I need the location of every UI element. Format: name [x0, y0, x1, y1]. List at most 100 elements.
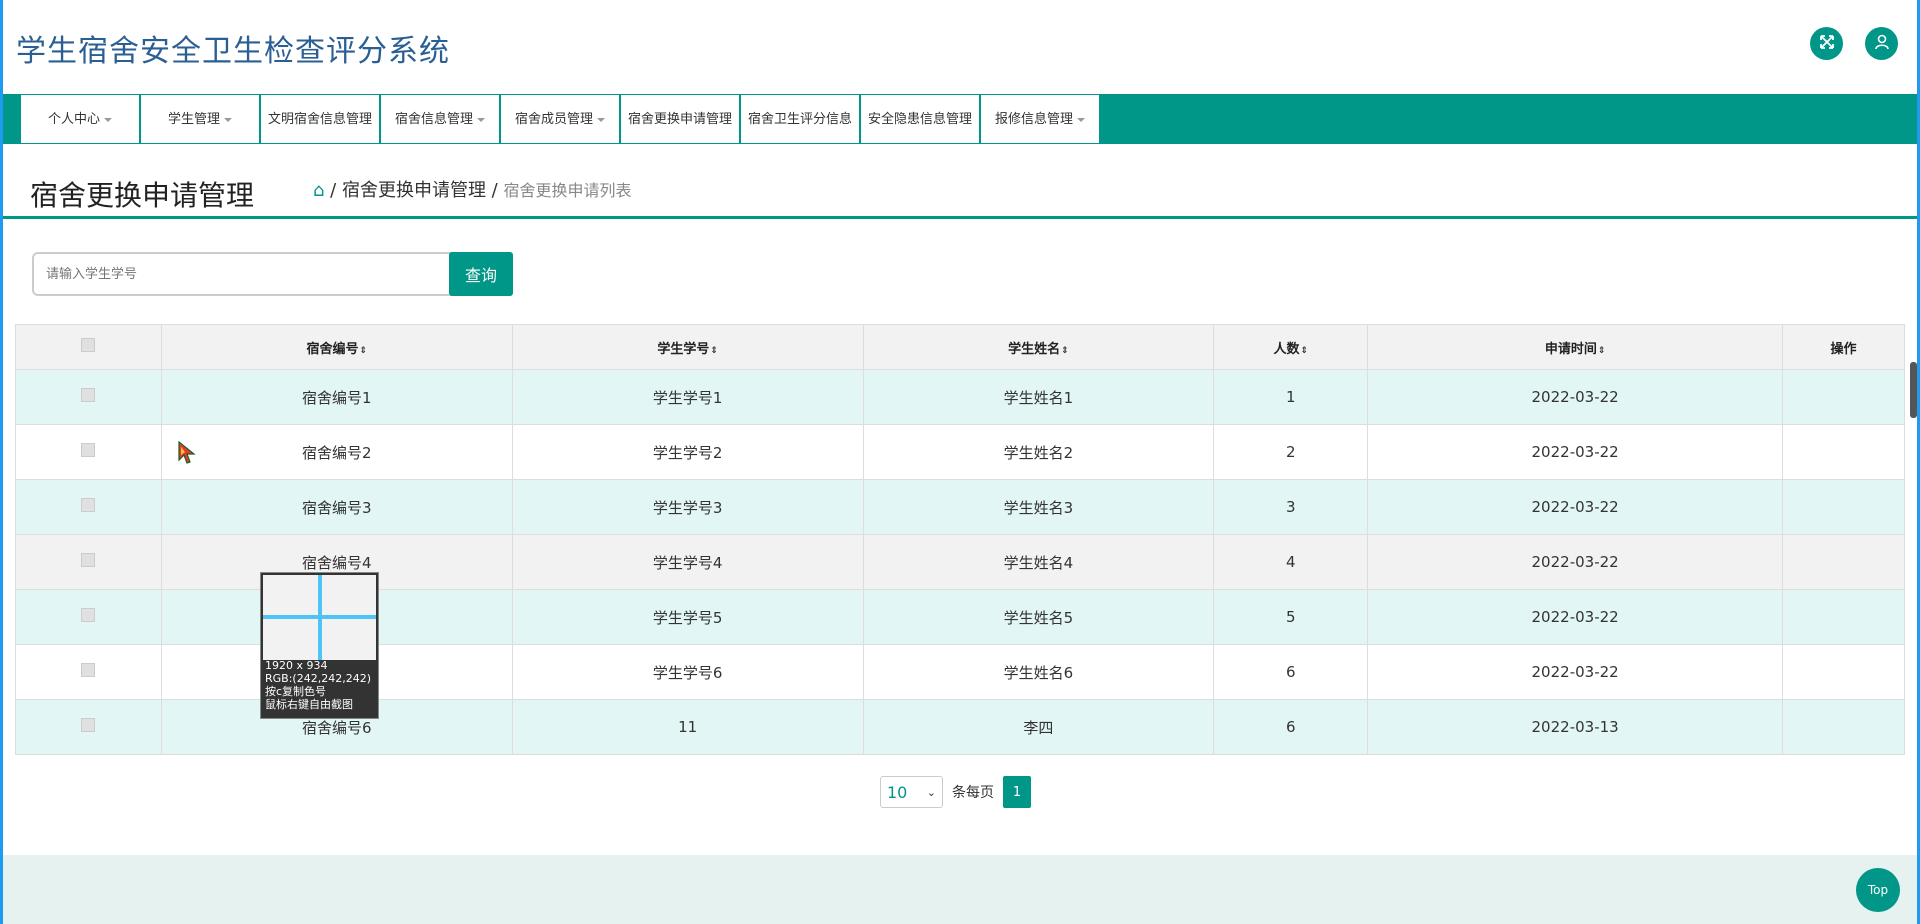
user-menu-button[interactable] [1865, 27, 1898, 60]
sort-icon: ⇕ [359, 345, 368, 356]
col-header-dorm[interactable]: 宿舍编号⇕ [160, 324, 513, 370]
fullscreen-button[interactable] [1810, 27, 1843, 60]
nav-safety-hazard[interactable]: 安全隐患信息管理 [860, 94, 980, 169]
breadcrumb-current: 宿舍更换申请列表 [503, 181, 632, 200]
cell-student-id: 学生学号1 [511, 369, 864, 425]
cell-date: 2022-03-22 [1367, 644, 1783, 700]
cell-student-id: 学生学号5 [511, 589, 864, 645]
color-picker-tooltip: 1920 x 934 RGB:(242,242,242) 按c复制色号 鼠标右键… [260, 572, 379, 719]
select-all-checkbox[interactable] [81, 338, 96, 352]
cell-student-id: 学生学号3 [511, 479, 864, 535]
nav-civilized-dorm[interactable]: 文明宿舍信息管理 [260, 94, 380, 169]
table-row[interactable]: 宿舍编号2 学生学号2 学生姓名2 2 2022-03-22 [15, 424, 1905, 480]
sort-icon: ⇕ [1597, 345, 1606, 356]
cell-count: 4 [1213, 534, 1369, 590]
cell-student-name: 学生姓名3 [862, 479, 1215, 535]
cell-dorm: 宿舍编号3 [160, 479, 513, 535]
search-input[interactable] [32, 252, 462, 296]
breadcrumb-parent[interactable]: 宿舍更换申请管理 [342, 180, 486, 201]
cell-date: 2022-03-13 [1367, 699, 1783, 755]
table-row[interactable]: 宿舍编号3 学生学号3 学生姓名3 3 2022-03-22 [15, 479, 1905, 535]
col-header-student-id[interactable]: 学生学号⇕ [511, 324, 864, 370]
row-checkbox[interactable] [81, 498, 96, 512]
cell-dorm: 宿舍编号2 [160, 424, 513, 480]
cell-date: 2022-03-22 [1367, 534, 1783, 590]
nav-dorm-change-request[interactable]: 宿舍更换申请管理 [620, 94, 740, 169]
cell-count: 1 [1213, 369, 1369, 425]
sort-icon: ⇕ [1300, 345, 1309, 356]
cell-student-name: 学生姓名4 [862, 534, 1215, 590]
main-nav: 个人中心 学生管理 文明宿舍信息管理 宿舍信息管理 宿舍成员管理 宿舍更换申请管… [3, 94, 1917, 175]
cell-student-name: 学生姓名2 [862, 424, 1215, 480]
cell-count: 6 [1213, 699, 1369, 755]
page-button-current[interactable]: 1 [1003, 776, 1031, 808]
nav-dorm-hygiene-score[interactable]: 宿舍卫生评分信息 管理 [740, 94, 860, 175]
back-to-top-button[interactable]: Top [1856, 868, 1900, 912]
select-all-cell [15, 324, 162, 370]
col-header-actions: 操作 [1782, 324, 1905, 370]
cell-student-name: 李四 [862, 699, 1215, 755]
table-row[interactable]: 宿舍编号1 学生学号1 学生姓名1 1 2022-03-22 [15, 369, 1905, 425]
row-checkbox[interactable] [81, 608, 96, 622]
caret-down-icon [477, 117, 485, 122]
page-title: 宿舍更换申请管理 [30, 179, 255, 212]
nav-dorm-info[interactable]: 宿舍信息管理 [380, 94, 500, 144]
nav-dorm-members[interactable]: 宿舍成员管理 [500, 94, 620, 144]
caret-down-icon [597, 117, 605, 122]
caret-down-icon [224, 117, 232, 122]
cell-actions [1782, 424, 1905, 480]
col-header-student-name[interactable]: 学生姓名⇕ [862, 324, 1215, 370]
cell-count: 3 [1213, 479, 1369, 535]
sort-icon: ⇕ [710, 345, 718, 356]
expand-icon [1818, 33, 1836, 55]
cell-dorm: 宿舍编号1 [160, 369, 513, 425]
row-checkbox[interactable] [81, 388, 96, 402]
cell-date: 2022-03-22 [1367, 369, 1783, 425]
cell-date: 2022-03-22 [1367, 424, 1783, 480]
col-header-count[interactable]: 人数⇕ [1213, 324, 1369, 370]
cell-student-name: 学生姓名5 [862, 589, 1215, 645]
page-header: 宿舍更换申请管理 ⌂ / 宿舍更换申请管理 / 宿舍更换申请列表 [3, 154, 1917, 219]
col-header-date[interactable]: 申请时间⇕ [1367, 324, 1783, 370]
sort-icon: ⇕ [1061, 345, 1069, 356]
row-checkbox[interactable] [81, 663, 96, 677]
cell-student-id: 11 [511, 699, 864, 755]
crosshair-vertical [318, 575, 322, 660]
cell-count: 2 [1213, 424, 1369, 480]
nav-student-management[interactable]: 学生管理 [140, 94, 260, 144]
table-header-row: 宿舍编号⇕ 学生学号⇕ 学生姓名⇕ 人数⇕ 申请时间⇕ 操作 [15, 324, 1905, 370]
cell-actions [1782, 479, 1905, 535]
top-header: 学生宿舍安全卫生检查评分系统 [3, 0, 1917, 94]
breadcrumb: ⌂ / 宿舍更换申请管理 / 宿舍更换申请列表 [313, 180, 632, 201]
picker-magnifier [263, 575, 376, 660]
cell-date: 2022-03-22 [1367, 479, 1783, 535]
search-button[interactable]: 查询 [449, 252, 513, 296]
row-checkbox[interactable] [81, 443, 96, 457]
cell-actions [1782, 644, 1905, 700]
cell-student-id: 学生学号6 [511, 644, 864, 700]
cell-actions [1782, 534, 1905, 590]
cell-count: 5 [1213, 589, 1369, 645]
nav-personal-center[interactable]: 个人中心 [20, 94, 140, 144]
cell-count: 6 [1213, 644, 1369, 700]
chevron-down-icon: ⌄ [926, 785, 936, 799]
scrollbar-thumb[interactable] [1910, 362, 1917, 418]
per-page-label: 条每页 [952, 785, 994, 801]
cell-actions [1782, 589, 1905, 645]
row-checkbox[interactable] [81, 718, 96, 732]
home-icon[interactable]: ⌂ [313, 180, 324, 201]
cell-student-name: 学生姓名6 [862, 644, 1215, 700]
app-title: 学生宿舍安全卫生检查评分系统 [16, 34, 450, 69]
user-icon [1873, 33, 1891, 55]
cell-student-name: 学生姓名1 [862, 369, 1215, 425]
cell-date: 2022-03-22 [1367, 589, 1783, 645]
caret-down-icon [1077, 117, 1085, 122]
pagination: 10 ⌄ 条每页 1 [880, 776, 1031, 808]
cell-actions [1782, 699, 1905, 755]
mouse-cursor-icon [178, 441, 196, 464]
picker-info: 1920 x 934 RGB:(242,242,242) 按c复制色号 鼠标右键… [265, 659, 371, 711]
nav-repair-info[interactable]: 报修信息管理 [980, 94, 1100, 144]
row-checkbox[interactable] [81, 553, 96, 567]
cell-student-id: 学生学号4 [511, 534, 864, 590]
page-size-select[interactable]: 10 ⌄ [880, 776, 943, 808]
